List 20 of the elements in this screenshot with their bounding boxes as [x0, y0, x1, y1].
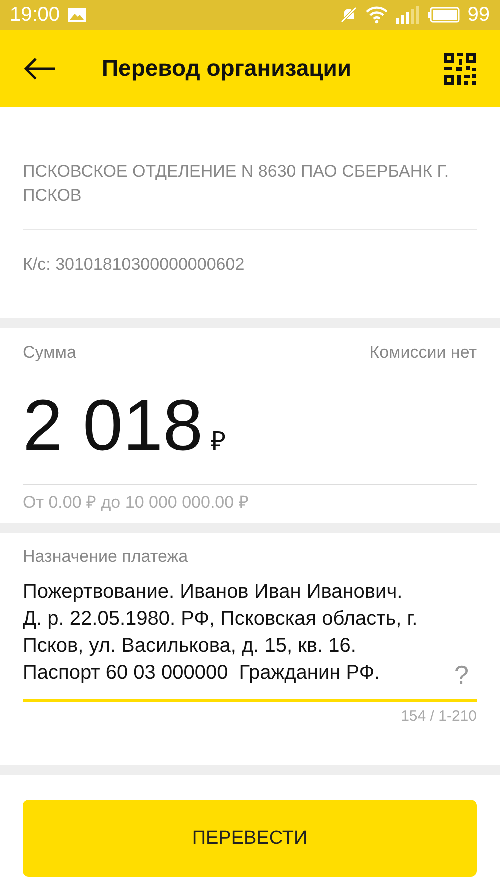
amount-field[interactable]: 2 018₽	[23, 363, 477, 485]
amount-limits: От 0.00 ₽ до 10 000 000.00 ₽	[23, 492, 250, 513]
amount-label: Сумма	[23, 343, 76, 363]
transfer-button[interactable]: ПЕРЕВЕСТИ	[23, 800, 477, 877]
purpose-field[interactable]: Пожертвование. Иванов Иван Иванович. Д. р. 22.05.1980. РФ, Псковская область, г. Псков, ул. Василькова, д. 15, кв. 16. Паспорт 60 03 000000 Гражданин РФ. ?	[23, 579, 477, 702]
bank-name: ПСКОВСКОЕ ОТДЕЛЕНИЕ N 8630 ПАО СБЕРБАНК Г. ПСКОВ	[23, 161, 450, 207]
muted-bell-icon	[340, 6, 358, 24]
battery-level: 99	[468, 4, 490, 26]
character-counter: 154 / 1-210	[400, 708, 477, 725]
image-icon	[68, 8, 86, 22]
purpose-label: Назначение платежа	[23, 547, 190, 567]
commission-label: Комиссии нет	[370, 343, 477, 363]
back-arrow-icon[interactable]	[24, 58, 56, 80]
clock: 19:00	[10, 4, 60, 26]
battery-icon	[428, 7, 460, 23]
signal-icon	[396, 6, 420, 24]
wifi-icon	[366, 6, 388, 24]
account-number: К/с: 30101810300000000602	[23, 255, 246, 275]
qr-code-icon[interactable]	[444, 52, 476, 84]
screen-title: Перевод организации	[102, 55, 353, 82]
